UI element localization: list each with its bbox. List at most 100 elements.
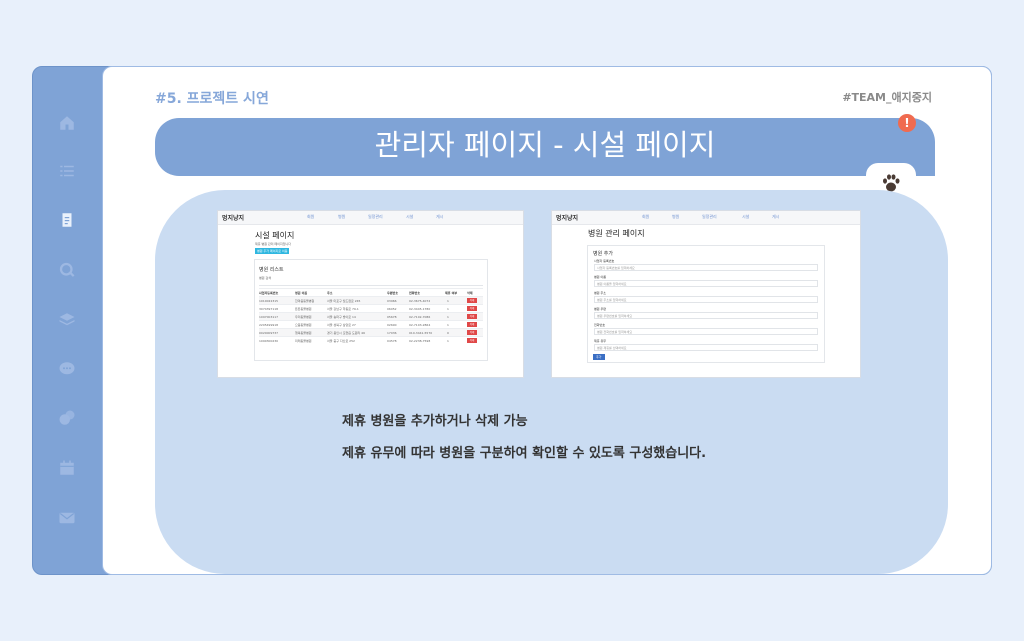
mini-field-label: 병원 우편: [594, 307, 606, 311]
mini-delete-button: 삭제: [467, 306, 477, 311]
mini-delete-button: 삭제: [467, 322, 477, 327]
mail-icon[interactable]: [58, 509, 76, 527]
mini-field-placeholder: 병원 이름을 입력하세요: [597, 282, 627, 286]
clipboard-icon[interactable]: [58, 211, 76, 229]
mini-nav-link: 회원: [642, 214, 650, 219]
mini-hospital-list-card: 병원 리스트 병원 검색 사업자등록번호 병원 이름 주소 우편번호 전화번호 …: [254, 259, 488, 361]
mini-field-label: 제휴 유무: [594, 339, 606, 343]
mini-table-header: 사업자등록번호 병원 이름 주소 우편번호 전화번호 제휴 여부 삭제: [259, 288, 483, 296]
mini-field-placeholder: 사업자 등록번호를 입력하세요: [597, 266, 635, 270]
mini-navbar: 멍지냥지 회원 병원 일정관리 시설 게시: [218, 211, 523, 225]
mini-cell: 튼튼동물병원: [295, 307, 312, 311]
mini-navbar: 멍지냥지 회원 병원 일정관리 시설 게시: [552, 211, 860, 225]
alert-badge[interactable]: !: [898, 114, 916, 132]
mini-cell: 1: [447, 307, 449, 311]
mini-field-placeholder: 병원 우편번호를 입력하세요: [597, 314, 633, 318]
mini-card-title: 병원 추가: [593, 251, 613, 257]
mini-cell: 06052: [387, 307, 397, 311]
mini-search-label: 병원 검색: [259, 276, 271, 280]
mini-field-placeholder: 병원 전화번호를 입력하세요: [597, 330, 633, 334]
mini-add-hospital-card: 병원 추가 사업자 등록번호 사업자 등록번호를 입력하세요 병원 이름 병원 …: [587, 245, 825, 363]
title-banner: 관리자 페이지 - 시설 페이지: [155, 118, 935, 176]
mini-search-box: [259, 281, 483, 286]
mini-col-header: 제휴 여부: [445, 291, 458, 295]
mini-nav-link: 시설: [742, 214, 750, 219]
mini-delete-button: 삭제: [467, 330, 477, 335]
mini-col-header: 전화번호: [409, 291, 421, 295]
mini-cell: 0: [447, 331, 449, 335]
mini-cell: 으뜸동물병원: [295, 323, 312, 327]
mini-cell: 1090300230: [259, 339, 279, 343]
calendar-icon[interactable]: [58, 459, 76, 477]
mini-nav-link: 일정관리: [368, 214, 383, 219]
mini-field-label: 병원 이름: [594, 275, 606, 279]
mini-cell: 04578: [387, 339, 397, 343]
mini-card-title: 병원 리스트: [259, 267, 284, 273]
mini-nav-link: 병원: [672, 214, 680, 219]
mini-table-row: 2205499918 으뜸동물병원 서울 성북구 삼양로 27 02690 02…: [259, 320, 483, 328]
mini-cell: 1: [447, 339, 449, 343]
mini-page-title: 병원 관리 페이지: [588, 229, 645, 238]
mini-table-row: 3074397118 튼튼동물병원 서울 강남구 학동로 79-1 06052 …: [259, 304, 483, 312]
description-line-2: 제휴 유무에 따라 병원을 구분하여 확인할 수 있도록 구성했습니다.: [342, 446, 707, 461]
mini-cell: 02-3445-1780: [409, 307, 431, 311]
search-icon[interactable]: [58, 261, 76, 279]
mini-cell: 서울 송파구 방이로 14: [327, 315, 356, 319]
mini-cell: 02-2238-7598: [409, 339, 431, 343]
mini-cell: 010-3441-5570: [409, 331, 433, 335]
mini-field-placeholder: 병원 주소를 입력하세요: [597, 298, 627, 302]
mini-brand: 멍지냥지: [222, 215, 245, 222]
mini-field-input: 병원 전화번호를 입력하세요: [594, 328, 818, 335]
mini-nav-link: 시설: [406, 214, 414, 219]
mini-add-button: 병원 추가 페이지로 이동: [255, 248, 290, 254]
mini-brand: 멍지냥지: [556, 215, 579, 222]
mini-cell: 0020009737: [259, 331, 279, 335]
mini-cell: 02-7102-7086: [409, 315, 431, 319]
mini-table-row: 0020009737 행복동물병원 경기 용인시 모현읍 도원리 46 1703…: [259, 328, 483, 336]
chat-icon[interactable]: [58, 360, 76, 378]
mini-page-title: 시설 페이지: [255, 231, 295, 240]
mini-field-input: 병원 주소를 입력하세요: [594, 296, 818, 303]
mini-cell: 1010022315: [259, 299, 279, 303]
home-icon[interactable]: [58, 114, 76, 132]
mini-col-header: 사업자등록번호: [259, 291, 279, 295]
mini-cell: 02-3675-4072: [409, 299, 431, 303]
mini-field-input: 병원 우편번호를 입력하세요: [594, 312, 818, 319]
team-label: #TEAM_애지중지: [842, 91, 932, 104]
mini-nav-link: 회원: [307, 214, 315, 219]
mini-cell: 행복동물병원: [295, 331, 312, 335]
mini-cell: 1: [447, 323, 449, 327]
mini-field-label: 사업자 등록번호: [594, 259, 615, 263]
mini-nav-link: 병원: [338, 214, 346, 219]
mini-nav-link: 게시: [772, 214, 780, 219]
mini-cell: 한마음동물병원: [295, 299, 315, 303]
mini-field-placeholder: 병원 제휴를 선택하세요: [597, 346, 627, 350]
mini-col-header: 주소: [327, 291, 333, 295]
page-title: 관리자 페이지 - 시설 페이지: [374, 128, 716, 162]
list-icon[interactable]: [58, 162, 76, 180]
mini-cell: 1: [447, 315, 449, 319]
mini-cell: 3074397118: [259, 307, 279, 311]
mini-cell: 1: [447, 299, 449, 303]
sidebar: [32, 66, 102, 575]
mini-cell: 03966: [387, 299, 397, 303]
mini-subtitle: 제휴 병원 관리 페이지입니다: [255, 242, 291, 246]
mini-cell: 서울 중구 다산로 252: [327, 339, 355, 343]
mini-field-label: 병원 주소: [594, 291, 606, 295]
section-label: #5. 프로젝트 시연: [155, 91, 269, 107]
mini-delete-button: 삭제: [467, 298, 477, 303]
mini-field-label: 전화번호: [594, 323, 606, 327]
mini-cell: 02690: [387, 323, 397, 327]
layers-icon[interactable]: [58, 311, 76, 329]
mini-table-row: 1010022315 한마음동물병원 서울 마포구 월드컵로 245 03966…: [259, 296, 483, 304]
mini-col-header: 우편번호: [387, 291, 399, 295]
mini-table-row: 1097003117 우리동물병원 서울 송파구 방이로 14 05678 02…: [259, 312, 483, 320]
mini-field-input: 병원 이름을 입력하세요: [594, 280, 818, 287]
mini-cell: 서울 마포구 월드컵로 245: [327, 299, 361, 303]
mini-nav-link: 게시: [436, 214, 444, 219]
hospital-admin-screenshot: 멍지냥지 회원 병원 일정관리 시설 게시 병원 관리 페이지 병원 추가 사업…: [551, 210, 861, 378]
facility-page-screenshot: 멍지냥지 회원 병원 일정관리 시설 게시 시설 페이지 제휴 병원 관리 페이…: [217, 210, 524, 378]
mini-nav-link: 일정관리: [702, 214, 717, 219]
mini-table-row: 1090300230 미래동물병원 서울 중구 다산로 252 04578 02…: [259, 336, 483, 344]
users-icon[interactable]: [58, 409, 76, 427]
